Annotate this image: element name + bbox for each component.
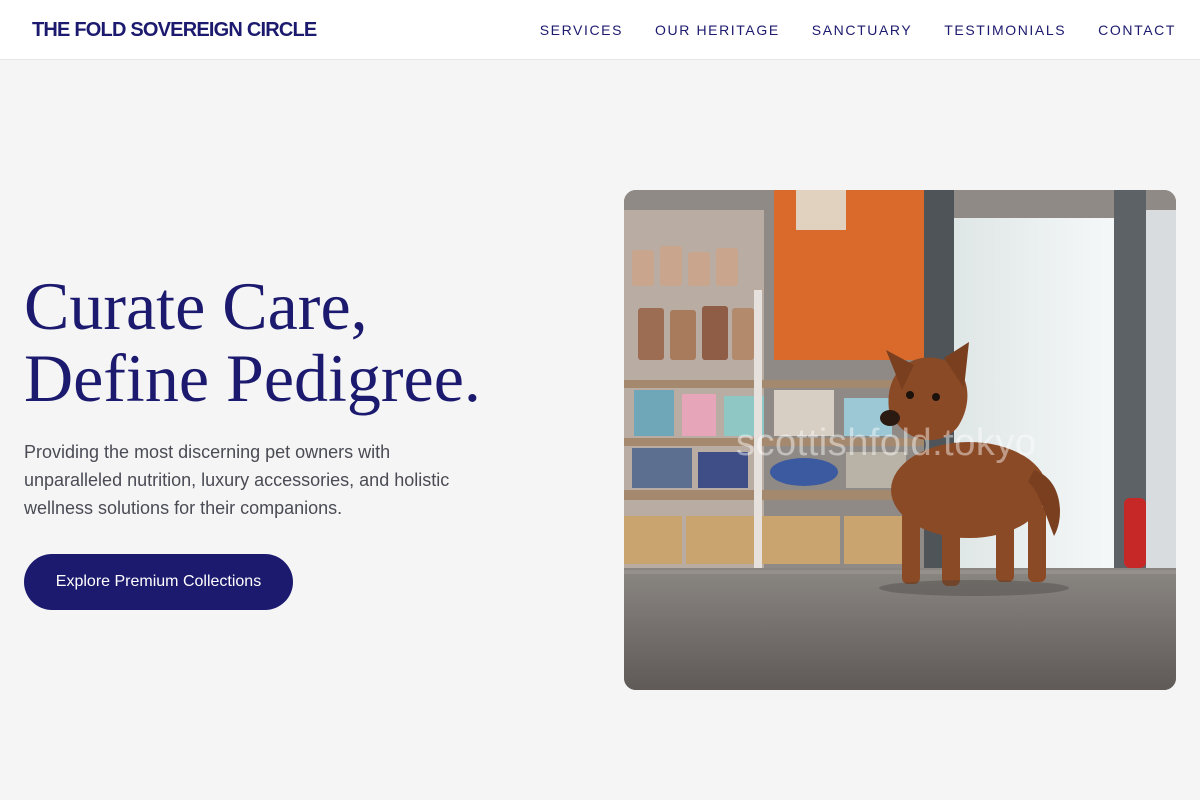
hero-title: Curate Care, Define Pedigree. [24, 270, 481, 414]
explore-collections-button[interactable]: Explore Premium Collections [24, 554, 293, 610]
image-watermark: scottishfold.tokyo [736, 422, 1037, 464]
brand-logo[interactable]: THE FOLD SOVEREIGN CIRCLE [32, 18, 317, 42]
main-menu: SERVICES OUR HERITAGE SANCTUARY TESTIMON… [540, 21, 1176, 39]
nav-link-testimonials[interactable]: TESTIMONIALS [944, 21, 1066, 39]
nav-link-sanctuary[interactable]: SANCTUARY [812, 21, 913, 39]
hero-title-line-1: Curate Care, [24, 268, 368, 344]
nav-link-our-heritage[interactable]: OUR HERITAGE [655, 21, 780, 39]
top-navigation-bar: THE FOLD SOVEREIGN CIRCLE SERVICES OUR H… [0, 0, 1200, 60]
hero-description: Providing the most discerning pet owners… [24, 442, 450, 518]
hero-title-line-2: Define Pedigree. [24, 340, 481, 416]
nav-link-contact[interactable]: CONTACT [1098, 21, 1176, 39]
hero-image-dog-in-pet-shop: scottishfold.tokyo [624, 190, 1176, 690]
nav-link-services[interactable]: SERVICES [540, 21, 623, 39]
